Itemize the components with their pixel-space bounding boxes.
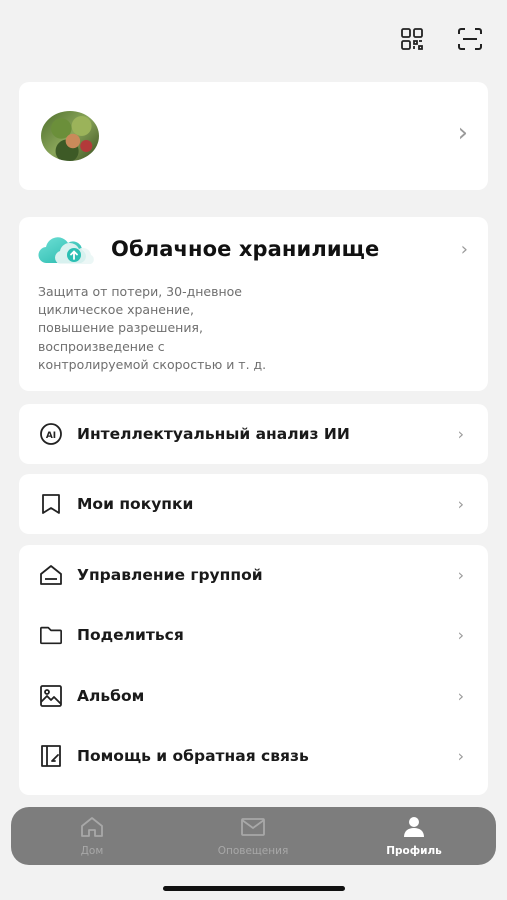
chevron-right-icon: › <box>457 424 464 444</box>
chevron-right-icon: › <box>457 686 464 706</box>
row: AI Интеллектуальный анализ ИИ › <box>19 404 488 464</box>
home-indicator <box>163 886 345 891</box>
description-line: Защита от потери, 30-дневное <box>38 284 242 299</box>
svg-text:AI: AI <box>46 431 56 441</box>
menu-label: Управление группой <box>77 566 263 584</box>
description-line: повышение разрешения, <box>38 320 203 336</box>
menu-item-ai-analysis[interactable]: AI Интеллектуальный анализ ИИ › <box>19 404 488 464</box>
tab-label: Дом <box>80 845 104 857</box>
tab-profile[interactable]: Профиль <box>354 816 474 857</box>
menu-label: Интеллектуальный анализ ИИ <box>77 425 350 443</box>
bottom-tab-bar: Дом Оповещения Профиль <box>11 807 496 865</box>
cloud-upload-icon <box>37 233 99 271</box>
tab-label: Оповещения <box>217 845 289 857</box>
avatar[interactable] <box>41 111 99 161</box>
menu-item-share[interactable]: Поделиться › <box>19 605 488 665</box>
mail-icon <box>240 816 266 842</box>
chevron-right-icon: › <box>457 118 468 148</box>
home-icon <box>80 816 104 842</box>
ai-icon: AI <box>39 422 63 446</box>
menu-label: Альбом <box>77 687 145 705</box>
description-line: циклическое хранение, <box>38 302 194 318</box>
bookmark-icon <box>39 492 63 516</box>
feedback-icon <box>39 744 63 768</box>
scan-icon[interactable] <box>455 24 485 54</box>
cloud-storage-card[interactable]: Облачное хранилище › Защита от потери, 3… <box>19 217 488 391</box>
folder-icon <box>39 623 63 647</box>
chevron-right-icon: › <box>460 239 468 260</box>
row: Мои покупки › <box>19 474 488 534</box>
home-group-icon <box>39 563 63 587</box>
menu-label: Мои покупки <box>77 495 194 513</box>
tab-notifications[interactable]: Оповещения <box>193 816 313 857</box>
qr-code-icon[interactable] <box>397 24 427 54</box>
description-line: контролируемой скоростью и т. д. <box>38 356 267 372</box>
image-icon <box>39 684 63 708</box>
person-icon <box>402 816 426 842</box>
chevron-right-icon: › <box>457 625 464 645</box>
menu-group-card: Управление группой › Поделиться › Альбом… <box>19 545 488 795</box>
menu-item-purchases[interactable]: Мои покупки › <box>19 474 488 534</box>
profile-screen: › Облачное хранилище › Защита от потери,… <box>0 0 507 900</box>
chevron-right-icon: › <box>457 565 464 585</box>
profile-card[interactable]: › <box>19 82 488 190</box>
chevron-right-icon: › <box>457 494 464 514</box>
menu-item-help-feedback[interactable]: Помощь и обратная связь › <box>19 726 488 786</box>
menu-item-album[interactable]: Альбом › <box>19 666 488 726</box>
cloud-title: Облачное хранилище <box>111 237 380 261</box>
cloud-description: Защита от потери, 30-дневное циклическое… <box>38 283 298 374</box>
tab-label: Профиль <box>386 845 442 857</box>
menu-label: Помощь и обратная связь <box>77 747 309 765</box>
description-line: воспроизведение с <box>38 338 165 354</box>
tab-home[interactable]: Дом <box>32 816 152 857</box>
menu-item-group-management[interactable]: Управление группой › <box>19 545 488 605</box>
menu-label: Поделиться <box>77 626 184 644</box>
chevron-right-icon: › <box>457 746 464 766</box>
